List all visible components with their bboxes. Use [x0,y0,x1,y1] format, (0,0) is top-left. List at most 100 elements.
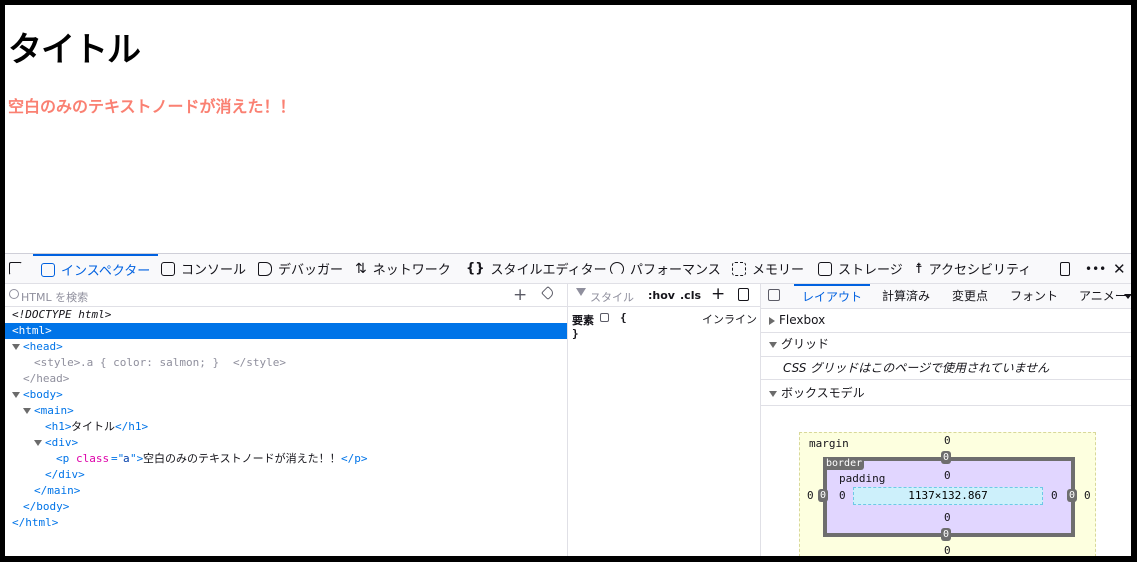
element-rule-label: 要素 [572,314,594,327]
tree-node-main-close[interactable]: </main> [5,483,567,499]
node-highlighter-icon[interactable] [600,313,609,322]
border-label: border [824,457,865,470]
expand-twisty-icon[interactable] [12,392,20,398]
print-simulation-icon[interactable] [738,288,749,301]
collapsed-arrow-icon [769,316,775,325]
search-icon [9,289,19,299]
close-devtools-button[interactable]: ✕ [1113,254,1126,283]
expand-twisty-icon[interactable] [23,408,31,414]
toggle-pane-icon[interactable] [768,289,780,301]
margin-left-value[interactable]: 0 [807,489,814,502]
add-node-button[interactable]: + [513,285,527,305]
tab-debugger[interactable]: デバッガー [258,254,343,283]
tab-memory-label: メモリー [752,263,805,278]
style-content: .a { color: salmon; } [80,356,220,369]
cls-toggle[interactable]: .cls [680,289,701,302]
padding-top-value[interactable]: 0 [944,469,951,482]
padding-label: padding [839,472,886,485]
tree-node-html-close[interactable]: </html> [5,515,567,531]
tree-node-p[interactable]: <p class =" a "> 空白のみのテキストノードが消えた！！ </p> [5,451,567,467]
tree-node-h1[interactable]: <h1> タイトル </h1> [5,419,567,435]
add-rule-button[interactable]: + [711,284,725,304]
responsive-mode-button[interactable] [1060,254,1070,283]
style-open-tag: <style> [34,356,81,369]
tab-computed[interactable]: 計算済み [882,284,930,308]
memory-icon [732,261,746,276]
tab-layout[interactable]: レイアウト [794,284,871,308]
inline-source-label[interactable]: インライン [702,311,757,327]
tab-storage[interactable]: ストレージ [818,254,903,283]
boxmodel-label: ボックスモデル [781,386,865,400]
tab-console-label: コンソール [181,263,247,278]
main-close-tag: </main> [34,484,81,497]
boxmodel-section-header[interactable]: ボックスモデル [761,381,1131,406]
tree-node-head[interactable]: <head> [5,339,567,355]
border-top-value[interactable]: 0 [941,451,952,464]
tab-accessibility[interactable]: ☨ アクセシビリティ [915,254,1031,283]
tree-node-body[interactable]: <body> [5,387,567,403]
expand-twisty-icon[interactable] [34,440,42,446]
doctype-text: <!DOCTYPE html> [12,308,112,321]
tab-animations[interactable]: アニメー [1079,284,1127,308]
main-open-tag: <main> [34,404,74,417]
tree-node-head-close[interactable]: </head> [5,371,567,387]
tree-node-div-close[interactable]: </div> [5,467,567,483]
expanded-arrow-icon [769,341,777,348]
rules-filter-input[interactable]: スタイル [590,289,634,305]
tree-node-doctype[interactable]: <!DOCTYPE html> [5,307,567,323]
tab-accessibility-label: アクセシビリティ [928,263,1032,278]
content-box-size[interactable]: 1137×132.867 [853,487,1043,505]
p-open-tag: <p [56,452,70,465]
tree-node-div[interactable]: <div> [5,435,567,451]
margin-right-value[interactable]: 0 [1084,489,1091,502]
p-class-value: a [123,452,130,465]
network-icon: ⇅ [355,260,367,277]
tab-console[interactable]: コンソール [161,254,246,283]
padding-right-value[interactable]: 0 [1051,489,1058,502]
tree-node-body-close[interactable]: </body> [5,499,567,515]
p-attr-end: "> [130,452,144,465]
tab-performance[interactable]: パフォーマンス [610,254,721,283]
tab-memory[interactable]: メモリー [732,254,804,283]
h1-text: タイトル [71,420,115,433]
padding-left-value[interactable]: 0 [839,489,846,502]
eyedropper-icon[interactable] [540,285,556,301]
tree-node-html-selected[interactable]: <html> [5,323,567,339]
close-icon: ✕ [1113,259,1126,278]
window-frame: タイトル 空白のみのテキストノードが消えた！！ インスペクター コンソール デバ… [5,5,1131,556]
margin-bottom-value[interactable]: 0 [944,544,951,556]
responsive-icon [1060,261,1070,276]
tree-node-main[interactable]: <main> [5,403,567,419]
flexbox-section-header[interactable]: Flexbox [761,308,1131,333]
padding-bottom-value[interactable]: 0 [944,511,951,524]
devtools-toolbar: インスペクター コンソール デバッガー ⇅ ネットワーク {} スタイルエディタ… [5,254,1131,284]
h1-close-tag: </h1> [115,420,149,433]
expand-twisty-icon[interactable] [12,344,20,350]
border-bottom-value[interactable]: 0 [941,528,952,541]
more-options-button[interactable]: ••• [1085,254,1106,283]
tree-node-style[interactable]: <style> .a { color: salmon; } </style> [5,355,567,371]
hov-toggle[interactable]: :hov [648,289,675,302]
element-picker-button[interactable] [9,254,22,283]
tab-network[interactable]: ⇅ ネットワーク [355,254,451,283]
margin-top-value[interactable]: 0 [944,434,951,447]
tab-debugger-label: デバッガー [278,263,344,278]
head-close-tag: </head> [23,372,70,385]
grid-section-header[interactable]: グリッド [761,332,1131,357]
tab-style-editor[interactable]: {} スタイルエディター [466,254,607,283]
grid-label: グリッド [781,337,830,351]
margin-label: margin [809,437,849,450]
border-left-value[interactable]: 0 [818,489,829,502]
tab-inspector[interactable]: インスペクター [33,254,159,283]
rules-filter-bar: スタイル :hov .cls + [568,284,760,307]
devtools-panel: インスペクター コンソール デバッガー ⇅ ネットワーク {} スタイルエディタ… [5,253,1131,556]
performance-icon [610,261,624,276]
tab-changes[interactable]: 変更点 [952,284,988,308]
grid-empty-message: CSS グリッドはこのページで使用されていません [761,356,1131,380]
head-open-tag: <head> [23,340,63,353]
tabs-overflow-icon[interactable] [1124,294,1131,299]
tab-fonts[interactable]: フォント [1010,284,1058,308]
html-search-bar[interactable]: HTML を検索 + [5,284,567,307]
debugger-icon [258,261,272,276]
border-right-value[interactable]: 0 [1067,489,1078,502]
